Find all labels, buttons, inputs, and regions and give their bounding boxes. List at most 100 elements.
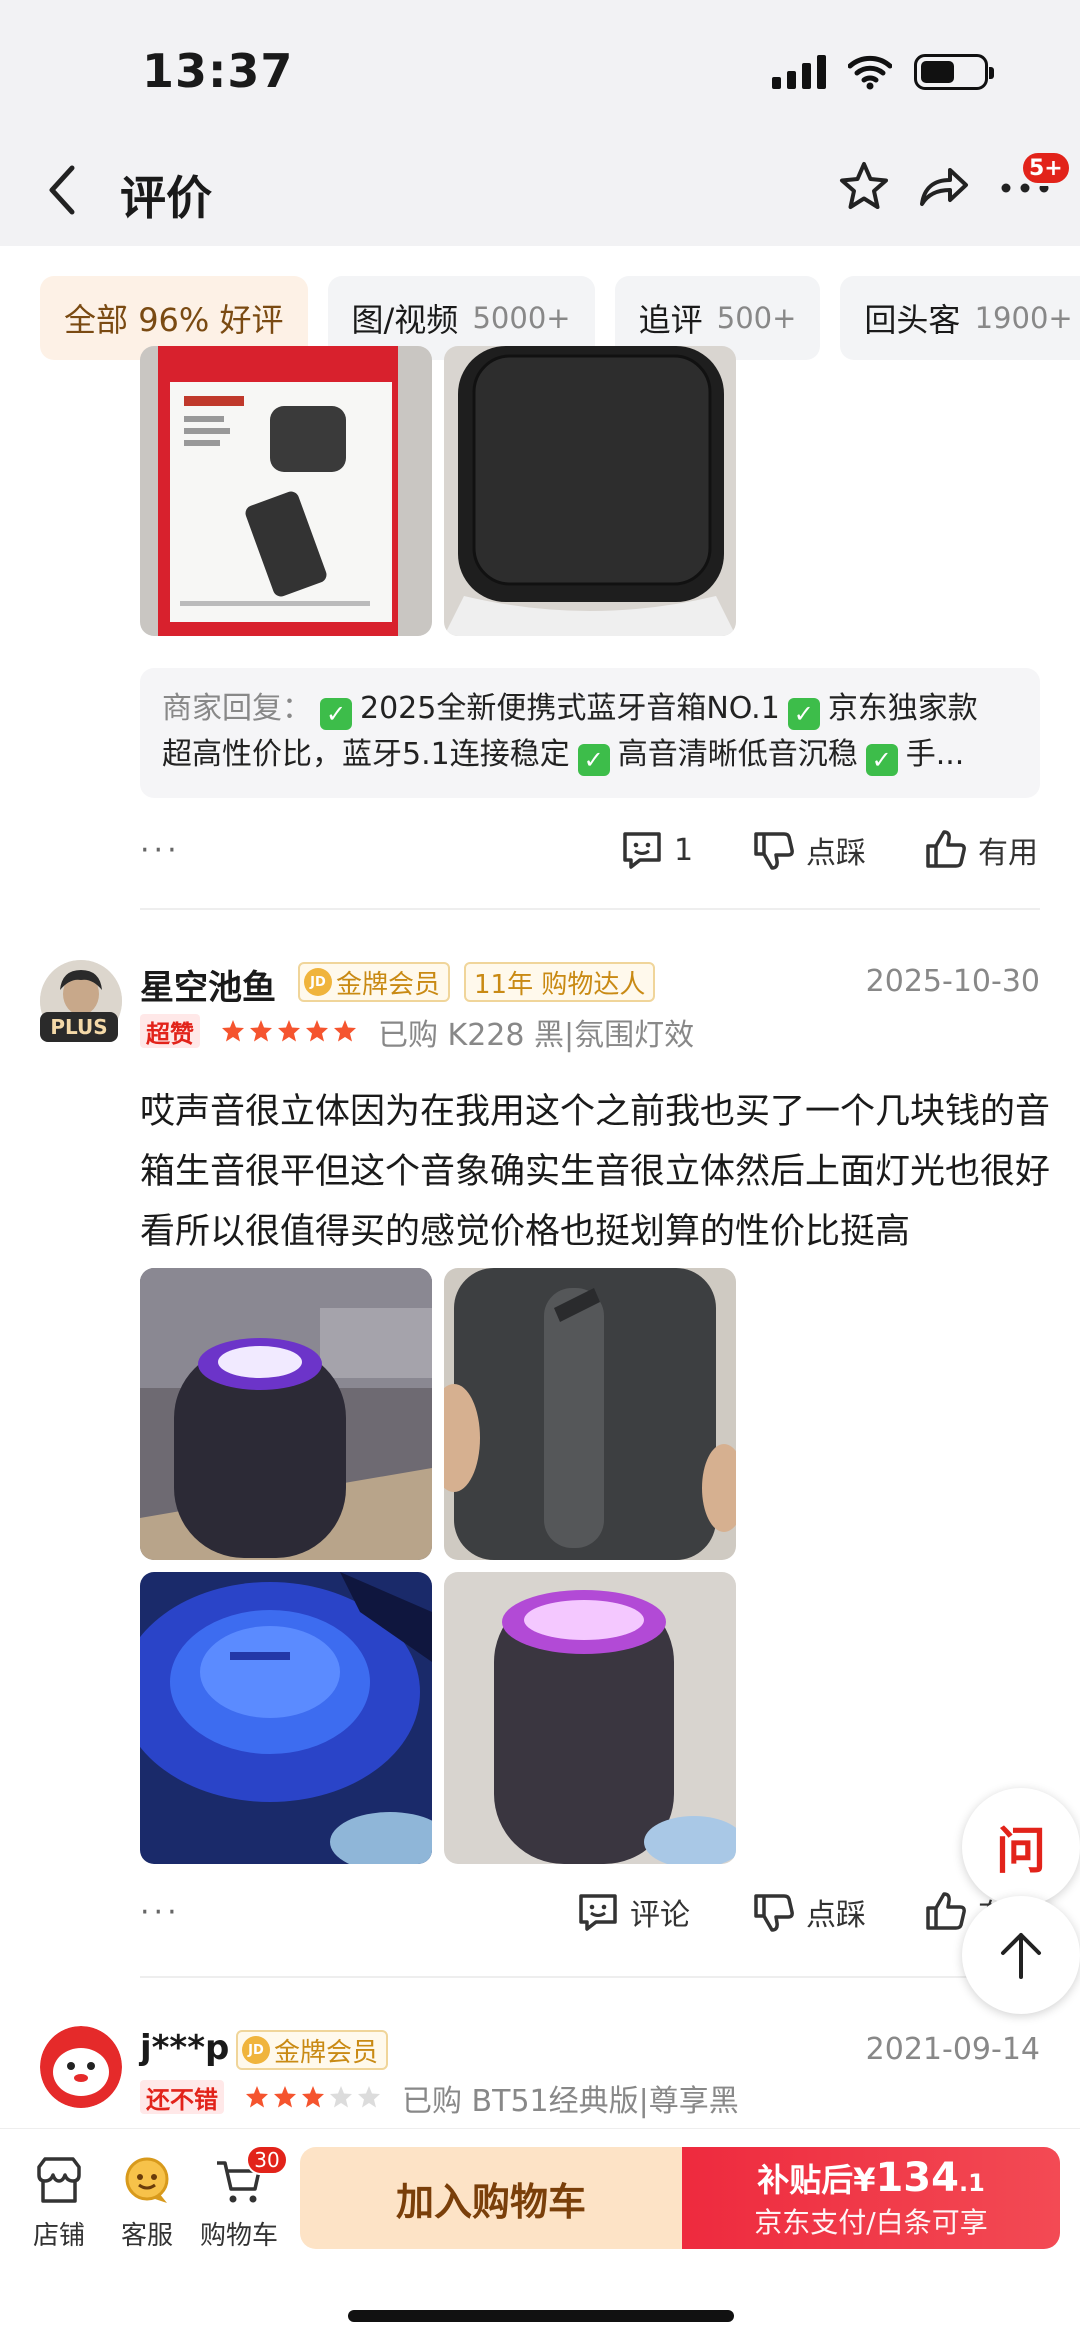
shop-button[interactable]: 店铺: [14, 2153, 104, 2252]
more-dots-icon[interactable]: ···: [140, 833, 181, 868]
shop-icon: [37, 2157, 81, 2203]
star-icon: [278, 1020, 300, 1042]
dislike-button[interactable]: 点踩: [752, 1890, 866, 1934]
buy-subtitle: 京东支付/白条可享: [754, 2206, 988, 2239]
status-icons: [772, 54, 994, 90]
reviewer-name: j***p: [140, 2028, 230, 2068]
thumbs-down-icon: [754, 832, 794, 870]
comment-count: 1: [674, 832, 694, 868]
merchant-reply-text: 超高性价比，蓝牙5.1连接稳定: [162, 737, 570, 772]
merchant-reply-text: 高音清晰低音沉稳: [617, 737, 858, 772]
rating-tag: 超赞: [140, 1014, 200, 1048]
more-dots-icon[interactable]: ···: [140, 1895, 181, 1930]
top-bar: 13:37 评价 5+: [0, 0, 1080, 246]
member-label: 金牌会员: [274, 2037, 379, 2068]
review-photo[interactable]: [444, 1572, 736, 1864]
bought-variant: 已购 K228 黑|氛围灯效: [378, 1018, 695, 1053]
rating-stars: [220, 1018, 358, 1044]
signal-icon: [772, 55, 826, 89]
buy-prefix: 补贴后¥: [757, 2161, 876, 2199]
plus-badge: PLUS: [40, 1012, 118, 1042]
check-icon: ✓: [865, 744, 898, 776]
dislike-button[interactable]: 点踩: [752, 828, 866, 872]
rating-stars: [244, 2084, 382, 2110]
merchant-reply[interactable]: 商家回复： ✓ 2025全新便携式蓝牙音箱NO.1 ✓ 京东独家款 超高性价比，蓝牙5.…: [140, 668, 1040, 798]
useful-label: 有用: [978, 836, 1038, 871]
service-button[interactable]: 客服: [102, 2153, 192, 2252]
divider: [140, 1976, 1040, 1978]
comment-icon: [623, 832, 661, 869]
thumbs-up-icon: [926, 830, 966, 868]
review-actions: ··· 评论 点踩 有用: [140, 1882, 1040, 1942]
shopper-tag: 11年 购物达人: [464, 962, 656, 1002]
review-photo[interactable]: [444, 1268, 736, 1560]
buy-now-button[interactable]: 补贴后¥134.1 京东支付/白条可享: [682, 2147, 1060, 2249]
member-badge: JD 金牌会员: [298, 962, 451, 1002]
jd-coin-icon: JD: [242, 2036, 270, 2064]
star-icon: [330, 2086, 352, 2108]
cart-label: 购物车: [199, 2221, 278, 2251]
filter-label: 回头客: [864, 301, 961, 339]
review-content: 哎声音很立体因为在我用这个之前我也买了一个几块钱的音箱生音很平但这个音象确实生音…: [140, 1092, 1051, 1252]
comment-label: 评论: [630, 1898, 690, 1933]
share-icon[interactable]: [914, 158, 972, 216]
service-icon: [125, 2157, 169, 2203]
bought-variant: 已购 BT51经典版|尊享黑: [402, 2084, 739, 2119]
battery-icon: [914, 54, 994, 90]
add-to-cart-button[interactable]: 加入购物车: [300, 2147, 682, 2249]
review-date: 2021-09-14: [865, 2032, 1040, 2067]
merchant-reply-text: 京东独家款: [827, 691, 978, 726]
star-icon: [358, 2086, 380, 2108]
arrow-up-icon: [1001, 1933, 1041, 1979]
star-icon: [302, 2086, 324, 2108]
cart-button[interactable]: 购物车 30: [194, 2145, 288, 2252]
review-date: 2025-10-30: [865, 964, 1040, 999]
service-label: 客服: [120, 2221, 173, 2251]
star-icon: [222, 1020, 244, 1042]
filter-count: 96% 好评: [138, 301, 284, 339]
reviewer-name: 星空池鱼: [140, 968, 276, 1008]
star-icon[interactable]: [835, 158, 893, 216]
star-icon: [250, 1020, 272, 1042]
member-label: 金牌会员: [336, 969, 441, 1000]
review-photo[interactable]: [140, 1572, 432, 1864]
check-icon: ✓: [577, 744, 610, 776]
merchant-reply-label: 商家回复：: [162, 691, 312, 726]
ask-button[interactable]: 问: [962, 1788, 1080, 1906]
comment-button[interactable]: 1: [620, 828, 693, 872]
comment-button[interactable]: 评论: [576, 1890, 690, 1934]
divider: [140, 908, 1040, 910]
filter-count: 500+: [716, 301, 797, 335]
comment-icon: [579, 1894, 617, 1931]
buy-price-dec: .1: [958, 2169, 985, 2197]
filter-count: 5000+: [472, 301, 571, 335]
merchant-reply-text: 2025全新便携式蓝牙音箱NO.1: [360, 691, 780, 726]
thumbs-up-icon: [926, 1892, 966, 1930]
useful-button[interactable]: 有用: [924, 828, 1038, 872]
buy-price-int: 134: [875, 2155, 959, 2201]
filter-repeat[interactable]: 回头客 1900+: [840, 276, 1080, 360]
dislike-label: 点踩: [806, 1898, 866, 1933]
buy-price: 补贴后¥134.1: [682, 2155, 1060, 2201]
check-icon: ✓: [787, 698, 820, 730]
filter-count: 1900+: [974, 301, 1073, 335]
member-badge: JD 金牌会员: [236, 2030, 389, 2070]
check-icon: ✓: [320, 698, 352, 730]
filter-label: 追评: [638, 301, 703, 339]
review-photo[interactable]: [140, 346, 432, 636]
cart-badge: 30: [246, 2145, 288, 2175]
more-badge: 5+: [1020, 150, 1072, 186]
review-photo[interactable]: [140, 1268, 432, 1560]
page-title: 评价: [120, 171, 212, 225]
jd-coin-icon: JD: [304, 968, 332, 996]
rating-tag: 还不错: [140, 2080, 224, 2114]
avatar[interactable]: [40, 2026, 122, 2108]
home-indicator: [348, 2310, 734, 2322]
review-photo[interactable]: [444, 346, 736, 636]
filter-label: 全部: [64, 301, 129, 339]
shop-label: 店铺: [32, 2221, 85, 2251]
scroll-top-button[interactable]: [962, 1896, 1080, 2014]
status-time: 13:37: [142, 44, 294, 98]
back-arrow-icon[interactable]: [42, 160, 82, 220]
review-actions: ··· 1 点踩 有用: [140, 820, 1040, 880]
